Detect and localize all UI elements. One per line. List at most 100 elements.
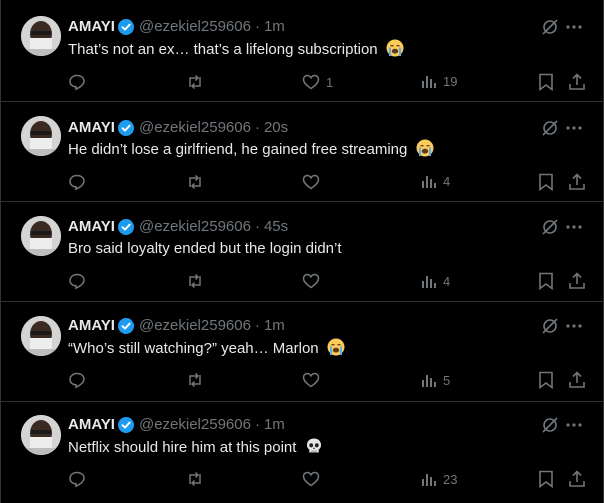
tweet-text-content: He didn’t lose a girlfriend, he gained f… <box>68 141 408 158</box>
reply-icon <box>69 372 85 389</box>
timestamp[interactable]: 45s <box>264 218 288 236</box>
more-options-icon[interactable] <box>565 317 583 335</box>
repost-icon <box>189 372 201 388</box>
repost-icon <box>189 174 201 190</box>
views-button[interactable]: 23 <box>421 471 457 487</box>
analytics-icon <box>422 176 436 188</box>
bookmark-icon[interactable] <box>538 470 554 488</box>
share-icon[interactable] <box>568 272 586 290</box>
reply-button[interactable] <box>68 272 92 290</box>
grok-icon[interactable] <box>541 416 559 434</box>
tweet-item[interactable]: AMAYI @ezekiel259606 · 1m That’s not an … <box>1 0 603 102</box>
separator: · <box>254 18 260 35</box>
repost-icon <box>189 74 201 90</box>
share-icon[interactable] <box>568 371 586 389</box>
like-button[interactable] <box>302 272 326 290</box>
crying-face-emoji <box>327 338 345 362</box>
author-name[interactable]: AMAYI <box>68 18 115 36</box>
crying-face-emoji <box>416 139 434 163</box>
timestamp[interactable]: 20s <box>264 119 288 137</box>
more-options-icon[interactable] <box>565 119 583 137</box>
verified-badge-icon <box>117 318 134 334</box>
analytics-icon <box>422 276 436 288</box>
tweet-item[interactable]: AMAYI @ezekiel259606 · 20s He didn’t los… <box>1 102 603 202</box>
tweet-item[interactable]: AMAYI @ezekiel259606 · 45s Bro said loya… <box>1 202 603 302</box>
author-handle[interactable]: @ezekiel259606 <box>139 218 251 236</box>
author-name[interactable]: AMAYI <box>68 119 115 137</box>
timeline-feed: AMAYI @ezekiel259606 · 1m That’s not an … <box>0 0 604 503</box>
bookmark-icon[interactable] <box>538 272 554 290</box>
view-count: 4 <box>443 273 451 289</box>
views-button[interactable]: 4 <box>421 273 450 289</box>
like-button[interactable] <box>302 173 326 191</box>
tweet-header: AMAYI @ezekiel259606 · 1m <box>68 18 285 36</box>
more-options-icon[interactable] <box>565 18 583 36</box>
more-options-icon[interactable] <box>565 416 583 434</box>
repost-button[interactable] <box>186 73 210 91</box>
avatar[interactable] <box>21 116 61 156</box>
grok-icon[interactable] <box>541 18 559 36</box>
skull-emoji <box>305 437 323 461</box>
share-icon[interactable] <box>568 173 586 191</box>
avatar[interactable] <box>21 16 61 56</box>
repost-button[interactable] <box>186 371 210 389</box>
reply-button[interactable] <box>68 73 92 91</box>
author-name[interactable]: AMAYI <box>68 317 115 335</box>
crying-face-emoji <box>386 39 404 63</box>
avatar[interactable] <box>21 415 61 455</box>
heart-icon <box>302 471 320 487</box>
tweet-header: AMAYI @ezekiel259606 · 20s <box>68 119 288 137</box>
share-icon[interactable] <box>568 470 586 488</box>
views-button[interactable]: 4 <box>421 173 450 189</box>
repost-button[interactable] <box>186 470 210 488</box>
reply-icon <box>69 174 85 191</box>
verified-badge-icon <box>117 19 134 35</box>
tweet-text-content: Bro said loyalty ended but the login did… <box>68 240 342 257</box>
author-handle[interactable]: @ezekiel259606 <box>139 416 251 434</box>
grok-icon[interactable] <box>541 218 559 236</box>
timestamp[interactable]: 1m <box>264 416 285 434</box>
verified-badge-icon <box>117 120 134 136</box>
analytics-icon <box>422 375 436 387</box>
views-button[interactable]: 5 <box>421 372 450 388</box>
author-handle[interactable]: @ezekiel259606 <box>139 317 251 335</box>
timestamp[interactable]: 1m <box>264 18 285 36</box>
like-button[interactable]: 1 <box>302 73 333 91</box>
avatar[interactable] <box>21 216 61 256</box>
tweet-header: AMAYI @ezekiel259606 · 45s <box>68 218 288 236</box>
avatar[interactable] <box>21 316 61 356</box>
grok-icon[interactable] <box>541 317 559 335</box>
grok-icon[interactable] <box>541 119 559 137</box>
author-handle[interactable]: @ezekiel259606 <box>139 18 251 36</box>
analytics-icon <box>422 76 436 88</box>
bookmark-icon[interactable] <box>538 173 554 191</box>
tweet-item[interactable]: AMAYI @ezekiel259606 · 1m “Who’s still w… <box>1 302 603 402</box>
bookmark-icon[interactable] <box>538 73 554 91</box>
like-button[interactable] <box>302 470 326 488</box>
tweet-item[interactable]: AMAYI @ezekiel259606 · 1m Netflix should… <box>1 402 603 503</box>
repost-button[interactable] <box>186 173 210 191</box>
repost-icon <box>189 471 201 487</box>
author-handle[interactable]: @ezekiel259606 <box>139 119 251 137</box>
views-button[interactable]: 19 <box>421 73 457 89</box>
author-name[interactable]: AMAYI <box>68 416 115 434</box>
share-icon[interactable] <box>568 73 586 91</box>
heart-icon <box>302 273 320 289</box>
reply-button[interactable] <box>68 173 92 191</box>
separator: · <box>254 416 260 433</box>
tweet-text-content: That’s not an ex… that’s a lifelong subs… <box>68 41 378 58</box>
tweet-text: “Who’s still watching?” yeah… Marlon <box>68 338 345 362</box>
timestamp[interactable]: 1m <box>264 317 285 335</box>
reply-button[interactable] <box>68 371 92 389</box>
view-count: 23 <box>443 471 458 487</box>
author-name[interactable]: AMAYI <box>68 218 115 236</box>
like-count: 1 <box>326 74 334 90</box>
reply-button[interactable] <box>68 470 92 488</box>
tweet-text-content: Netflix should hire him at this point <box>68 439 297 456</box>
bookmark-icon[interactable] <box>538 371 554 389</box>
like-button[interactable] <box>302 371 326 389</box>
more-options-icon[interactable] <box>565 218 583 236</box>
view-count: 5 <box>443 372 451 388</box>
reply-icon <box>69 74 85 91</box>
repost-button[interactable] <box>186 272 210 290</box>
